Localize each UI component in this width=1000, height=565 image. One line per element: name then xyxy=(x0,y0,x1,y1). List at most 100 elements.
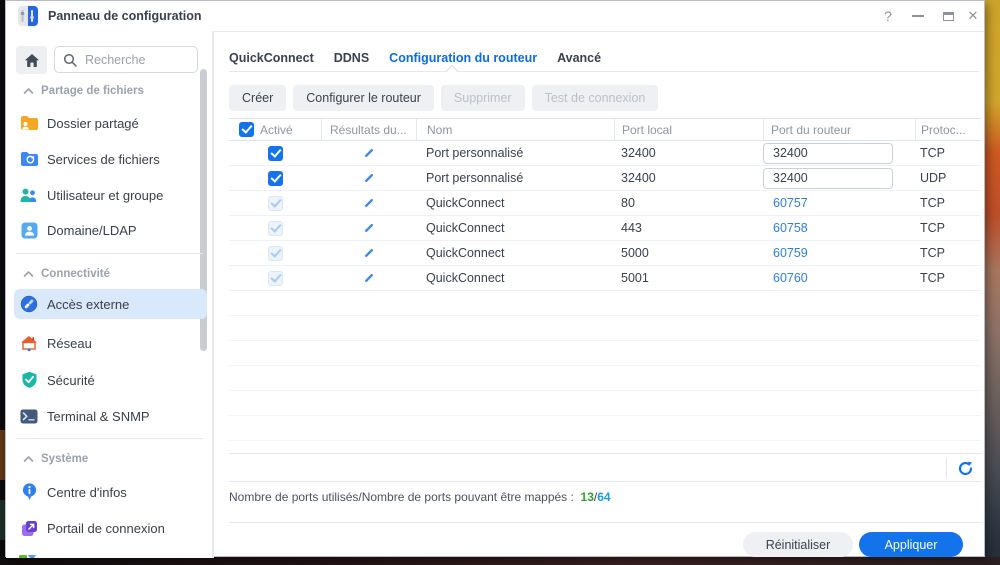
window-title: Panneau de configuration xyxy=(48,9,202,23)
row-checkbox-disabled xyxy=(267,195,283,211)
header-enabled: Activé xyxy=(229,119,321,140)
search-box xyxy=(54,46,198,73)
row-protocol-cell: TCP xyxy=(920,196,945,210)
section-label: Connectivité xyxy=(41,268,111,280)
title-bar: Panneau de configuration ? ✕ xyxy=(6,1,984,32)
row-enabled-cell xyxy=(229,216,321,240)
toolbar: Créer Configurer le routeur Supprimer Te… xyxy=(229,85,659,111)
row-local-port-cell: 32400 xyxy=(621,171,656,185)
row-router-port-cell: 60758 xyxy=(763,216,915,240)
apply-button[interactable]: Appliquer xyxy=(859,532,963,557)
row-checkbox-disabled xyxy=(267,220,283,236)
create-button[interactable]: Créer xyxy=(229,85,287,111)
configure-router-button[interactable]: Configurer le routeur xyxy=(293,85,434,111)
header-protocol: Protoc... xyxy=(915,119,981,140)
search-input[interactable] xyxy=(83,51,187,68)
router-port-link[interactable]: 60758 xyxy=(763,221,808,235)
sidebar-item-login-portal[interactable]: Portail de connexion xyxy=(14,513,207,543)
desktop-background: Panneau de configuration ? ✕ Recherche P… xyxy=(0,0,1000,565)
sidebar-item-user-group[interactable]: Utilisateur et groupe xyxy=(14,180,207,210)
sidebar-item-security[interactable]: Sécurité xyxy=(14,365,207,395)
header-name: Nom xyxy=(416,119,614,140)
tab-quickconnect[interactable]: QuickConnect xyxy=(229,51,314,65)
sidebar-item-domain-ldap[interactable]: Domaine/LDAP xyxy=(14,215,207,245)
row-name-cell: QuickConnect xyxy=(426,271,505,285)
minimize-icon xyxy=(912,15,924,17)
reset-button[interactable]: Réinitialiser xyxy=(743,532,853,557)
home-button[interactable] xyxy=(16,46,47,74)
chevron-up-icon xyxy=(23,88,34,94)
test-result-icon xyxy=(364,199,373,208)
row-enabled-cell xyxy=(229,191,321,215)
table-row[interactable]: QuickConnect 443 60758 TCP xyxy=(229,216,981,241)
help-button[interactable]: ? xyxy=(875,4,901,28)
router-port-link[interactable]: 60760 xyxy=(763,271,808,285)
row-local-port-cell: 5000 xyxy=(621,246,649,260)
row-enabled-cell xyxy=(229,241,321,265)
sidebar-item-file-services[interactable]: Services de fichiers xyxy=(14,144,207,174)
chevron-up-icon xyxy=(23,456,34,462)
tab-underline xyxy=(229,71,979,72)
table-row[interactable]: Port personnalisé 32400 TCP xyxy=(229,141,981,166)
row-checkbox[interactable] xyxy=(267,170,283,186)
row-protocol-cell: TCP xyxy=(920,146,945,160)
row-enabled-cell xyxy=(229,166,321,190)
table-footer-bar xyxy=(229,453,981,482)
test-result-icon xyxy=(364,249,373,258)
sidebar-item-network[interactable]: Réseau xyxy=(14,328,207,358)
row-local-port-cell: 5001 xyxy=(621,271,649,285)
external-access-icon xyxy=(19,294,39,314)
minimize-button[interactable] xyxy=(905,4,931,28)
delete-button[interactable]: Supprimer xyxy=(440,85,525,111)
header-local-port: Port local xyxy=(614,119,763,140)
row-checkbox[interactable] xyxy=(267,145,283,161)
section-connectivity[interactable]: Connectivité xyxy=(6,264,206,284)
section-label: Système xyxy=(41,453,89,465)
test-result-icon xyxy=(364,149,373,158)
login-portal-icon xyxy=(19,518,39,538)
row-checkbox-disabled xyxy=(267,270,283,286)
table-row[interactable]: QuickConnect 5000 60759 TCP xyxy=(229,241,981,266)
router-port-link[interactable]: 60759 xyxy=(763,246,808,260)
sidebar-item-shared-folder[interactable]: Dossier partagé xyxy=(14,108,207,138)
wallpaper-right-strip xyxy=(985,0,1000,565)
control-panel-icon xyxy=(18,6,38,26)
row-protocol-cell: TCP xyxy=(920,221,945,235)
row-router-port-cell xyxy=(763,141,915,165)
tab-ddns[interactable]: DDNS xyxy=(334,51,369,65)
table-row[interactable]: Port personnalisé 32400 UDP xyxy=(229,166,981,191)
row-name-cell: Port personnalisé xyxy=(426,171,524,185)
row-protocol-cell: TCP xyxy=(920,271,945,285)
table-header: Activé Résultats du... Nom Port local Po… xyxy=(229,118,981,141)
router-port-link[interactable]: 60757 xyxy=(763,196,808,210)
row-enabled-cell xyxy=(229,141,321,165)
table-row[interactable]: QuickConnect 80 60757 TCP xyxy=(229,191,981,216)
empty-table-rows xyxy=(229,291,981,442)
ports-total-count: 64 xyxy=(597,490,611,504)
ports-used-count: 13 xyxy=(580,490,594,504)
row-result-cell xyxy=(321,266,416,290)
footer-divider xyxy=(946,458,947,478)
ports-count-label: Nombre de ports utilisés/Nombre de ports… xyxy=(229,490,574,504)
sidebar-item-info-center[interactable]: Centre d'infos xyxy=(14,477,207,507)
select-all-checkbox[interactable] xyxy=(239,122,254,137)
router-port-input[interactable] xyxy=(763,142,893,164)
router-port-input[interactable] xyxy=(763,167,893,189)
refresh-button[interactable] xyxy=(953,457,977,479)
tab-router-configuration[interactable]: Configuration du routeur xyxy=(389,51,537,65)
close-button[interactable]: ✕ xyxy=(960,4,986,28)
section-system[interactable]: Système xyxy=(6,449,206,469)
section-file-sharing[interactable]: Partage de fichiers xyxy=(6,81,206,101)
tab-advanced[interactable]: Avancé xyxy=(557,51,601,65)
row-result-cell xyxy=(321,166,416,190)
row-protocol-cell: TCP xyxy=(920,246,945,260)
table-row[interactable]: QuickConnect 5001 60760 TCP xyxy=(229,266,981,291)
info-center-icon xyxy=(19,482,39,502)
maximize-button[interactable] xyxy=(935,4,961,28)
row-result-cell xyxy=(321,141,416,165)
connection-test-button[interactable]: Test de connexion xyxy=(531,85,659,111)
row-name-cell: QuickConnect xyxy=(426,196,505,210)
sidebar-item-terminal-snmp[interactable]: Terminal & SNMP xyxy=(14,401,207,431)
sidebar-item-external-access[interactable]: Accès externe xyxy=(14,289,207,319)
test-result-icon xyxy=(364,274,373,283)
